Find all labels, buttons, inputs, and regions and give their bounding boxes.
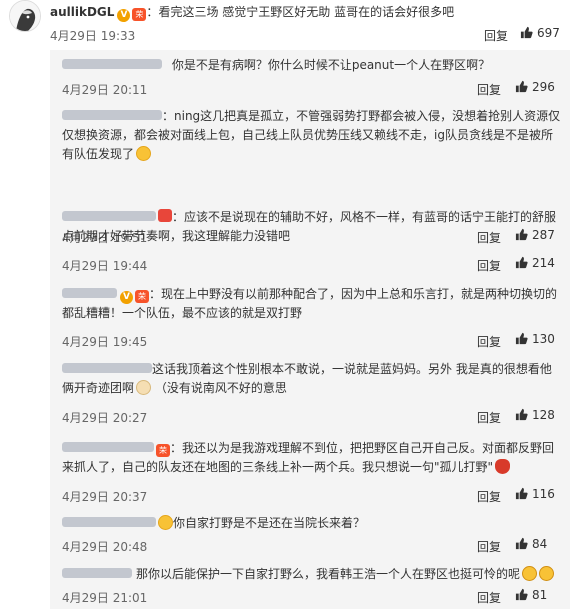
verified-badge-icon: V bbox=[117, 9, 131, 22]
like-button[interactable]: 130 bbox=[515, 332, 555, 346]
separator: ： bbox=[146, 5, 159, 19]
blurred-username[interactable] bbox=[62, 442, 154, 452]
like-button[interactable]: 296 bbox=[515, 80, 555, 94]
reply-button[interactable]: 回复 bbox=[484, 27, 508, 44]
list-item: 你是不是有病啊？你什么时候不让peanut一个人在野区啊？ 4月29日 20:1… bbox=[50, 50, 570, 100]
like-count: 84 bbox=[532, 537, 548, 551]
like-count: 697 bbox=[537, 26, 560, 40]
comment-text-suffix: （没有说南风不好的意思 bbox=[154, 381, 287, 395]
like-button[interactable]: 697 bbox=[520, 26, 560, 40]
thumbs-up-icon bbox=[515, 588, 528, 601]
blurred-username[interactable] bbox=[62, 211, 156, 221]
like-button[interactable]: 116 bbox=[515, 487, 555, 501]
reply-button[interactable]: 回复 bbox=[477, 538, 501, 555]
comment-date: 4月29日 19:45 bbox=[62, 335, 148, 349]
comment-text: 那你以后能保护一下自家打野么，我看韩王浩一个人在野区也挺可怜的呢 bbox=[136, 567, 521, 581]
comment-date: 4月29日 21:01 bbox=[62, 591, 148, 605]
avatar[interactable] bbox=[9, 0, 41, 32]
thumbs-up-icon bbox=[515, 408, 528, 421]
comment-text: 你是不是有病啊？你什么时候不让peanut一个人在野区啊？ bbox=[171, 58, 491, 72]
main-comment-text: 看完这三场 感觉宁王野区好无助 蓝哥在的话会好很多吧 bbox=[158, 5, 455, 19]
like-button[interactable]: 214 bbox=[515, 256, 555, 270]
main-comment: aullikDGL V 荣：看完这三场 感觉宁王野区好无助 蓝哥在的话会好很多吧 4… bbox=[0, 0, 570, 50]
reply-button[interactable]: 回复 bbox=[477, 81, 501, 98]
member-badge-icon: 荣 bbox=[135, 290, 149, 303]
reply-button[interactable]: 回复 bbox=[477, 409, 501, 426]
like-count: 130 bbox=[532, 332, 555, 346]
thumbs-up-icon bbox=[515, 487, 528, 500]
blurred-username[interactable] bbox=[62, 568, 132, 578]
like-button[interactable]: 84 bbox=[515, 537, 547, 551]
list-item: 那你以后能保护一下自家打野么，我看韩王浩一个人在野区也挺可怜的呢 4月29日 2… bbox=[50, 558, 570, 609]
comment-date: 4月29日 20:37 bbox=[62, 490, 148, 504]
sad-emoji-icon bbox=[136, 380, 152, 395]
comment-line: 你自家打野是不是还在当院长来着？ bbox=[62, 514, 562, 533]
reply-button[interactable]: 回复 bbox=[477, 589, 501, 606]
comment-text: 你自家打野是不是还在当院长来着？ bbox=[173, 516, 366, 530]
member-badge-icon: 荣 bbox=[132, 8, 147, 21]
comment-date: 4月29日 20:27 bbox=[62, 411, 148, 425]
reply-button[interactable]: 回复 bbox=[477, 333, 501, 350]
like-count: 116 bbox=[532, 487, 555, 501]
comment-line: 那你以后能保护一下自家打野么，我看韩王浩一个人在野区也挺可怜的呢 bbox=[62, 565, 562, 584]
comment-line: ：ning这几把真是孤立，不管强弱势打野都会被入侵，没想着抢别人资源仅仅想换资源… bbox=[62, 107, 562, 164]
grin-emoji-icon bbox=[522, 566, 538, 581]
weibo-comment-thread: aullikDGL V 荣：看完这三场 感觉宁王野区好无助 蓝哥在的话会好很多吧 4… bbox=[0, 0, 570, 609]
like-count: 214 bbox=[532, 256, 555, 270]
sub-comments-panel: 你是不是有病啊？你什么时候不让peanut一个人在野区啊？ 4月29日 20:1… bbox=[50, 50, 570, 609]
list-item: 你自家打野是不是还在当院长来着？ 4月29日 20:48 回复 84 bbox=[50, 508, 570, 558]
blurred-username[interactable] bbox=[62, 59, 162, 69]
thumbs-up-icon bbox=[515, 332, 528, 345]
like-button[interactable]: 128 bbox=[515, 408, 555, 422]
reply-button[interactable]: 回复 bbox=[477, 257, 501, 274]
angry-emoji-icon bbox=[495, 459, 511, 474]
blurred-username[interactable] bbox=[62, 288, 117, 298]
comment-line: 你是不是有病啊？你什么时候不让peanut一个人在野区啊？ bbox=[62, 56, 562, 75]
comment-line: 荣：我还以为是我游戏理解不到位，把把野区自己开自己反。对面都反野回来抓人了，自己… bbox=[62, 439, 562, 477]
avatar-image bbox=[10, 1, 40, 31]
list-item: 这话我顶着这个性别根本不敢说，一说就是蓝妈妈。另外 我是真的很想看他俩开奇迹团啊… bbox=[50, 354, 570, 429]
like-count: 81 bbox=[532, 588, 548, 602]
list-item: V 荣：现在上中野没有以前那种配合了，因为中上总和乐言打，就是两种切换切的都乱糟糟… bbox=[50, 277, 570, 352]
comment-line: V 荣：现在上中野没有以前那种配合了，因为中上总和乐言打，就是两种切换切的都乱糟糟… bbox=[62, 285, 562, 323]
like-count: 296 bbox=[532, 80, 555, 94]
blurred-username[interactable] bbox=[62, 363, 152, 373]
list-item: ：应该不是说现在的辅助不好，风格不一样，有蓝哥的话宁王能打的舒服点前期才好带节奏… bbox=[50, 200, 570, 275]
blurred-username[interactable] bbox=[62, 517, 156, 527]
smile-emoji-icon bbox=[136, 146, 152, 161]
reply-button[interactable]: 回复 bbox=[477, 488, 501, 505]
thumbs-up-icon bbox=[520, 26, 533, 39]
verified-badge-icon: V bbox=[120, 291, 133, 304]
like-count: 128 bbox=[532, 408, 555, 422]
main-comment-line: aullikDGL V 荣：看完这三场 感觉宁王野区好无助 蓝哥在的话会好很多吧 bbox=[50, 4, 454, 22]
list-item: 荣：我还以为是我游戏理解不到位，把把野区自己开自己反。对面都反野回来抓人了，自己… bbox=[50, 431, 570, 506]
main-comment-date: 4月29日 19:33 bbox=[50, 29, 136, 43]
member-badge-icon bbox=[158, 209, 172, 222]
like-button[interactable]: 81 bbox=[515, 588, 547, 602]
smile-emoji-icon bbox=[158, 515, 173, 530]
username[interactable]: aullikDGL bbox=[50, 5, 114, 19]
thumbs-up-icon bbox=[515, 537, 528, 550]
comment-line: 这话我顶着这个性别根本不敢说，一说就是蓝妈妈。另外 我是真的很想看他俩开奇迹团啊… bbox=[62, 360, 562, 398]
comment-date: 4月29日 20:11 bbox=[62, 83, 148, 97]
comment-line: ：应该不是说现在的辅助不好，风格不一样，有蓝哥的话宁王能打的舒服点前期才好带节奏… bbox=[62, 208, 562, 246]
thumbs-up-icon bbox=[515, 256, 528, 269]
thumbs-up-icon bbox=[515, 80, 528, 93]
comment-date: 4月29日 20:48 bbox=[62, 540, 148, 554]
member-badge-icon: 荣 bbox=[156, 444, 170, 457]
blurred-username[interactable] bbox=[62, 110, 162, 120]
comment-date: 4月29日 19:44 bbox=[62, 259, 148, 273]
grin-emoji-icon bbox=[539, 566, 555, 581]
